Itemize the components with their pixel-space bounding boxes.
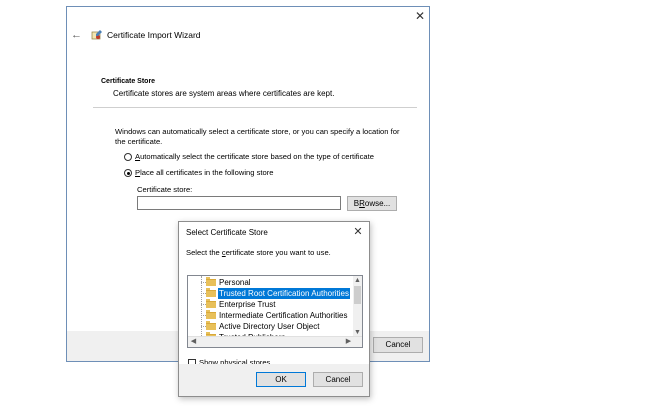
certificate-store-input[interactable]: [137, 196, 341, 210]
intro-text-line1: Windows can automatically select a certi…: [115, 127, 400, 136]
label-rest: utomatically select the certificate stor…: [140, 152, 374, 161]
radio-auto-select-label: Automatically select the certificate sto…: [135, 152, 374, 162]
back-arrow-icon[interactable]: ←: [71, 29, 83, 41]
folder-icon: [206, 310, 216, 319]
vertical-scrollbar[interactable]: ▲ ▼: [353, 276, 362, 338]
section-description: Certificate stores are system areas wher…: [113, 89, 335, 98]
certificate-wizard-icon: [91, 29, 103, 41]
scroll-right-icon[interactable]: ▶: [344, 337, 353, 346]
section-title: Certificate Store: [101, 78, 156, 85]
scroll-left-icon[interactable]: ◀: [189, 337, 198, 346]
tree-item[interactable]: Intermediate Certification Authorities: [188, 310, 354, 321]
ok-button[interactable]: OK: [256, 372, 306, 387]
folder-icon: [206, 321, 216, 330]
section-divider: [93, 107, 417, 108]
tree-item[interactable]: Enterprise Trust: [188, 299, 354, 310]
instruction-prefix: Select the: [186, 248, 222, 257]
radio-place-all-label: Place all certificates in the following …: [135, 168, 273, 178]
browse-rest: owse...: [364, 199, 391, 208]
tree-item-label: Active Directory User Object: [219, 322, 320, 331]
folder-icon: [206, 299, 216, 308]
wizard-title: Certificate Import Wizard: [107, 30, 201, 40]
dialog-close-icon[interactable]: ✕: [351, 225, 365, 239]
instruction-rest: ertificate store you want to use.: [225, 248, 331, 257]
tree-item-label: Trusted Root Certification Authorities: [218, 288, 350, 299]
certificate-store-tree[interactable]: Personal Trusted Root Certification Autho…: [187, 275, 363, 348]
dialog-title: Select Certificate Store: [186, 228, 268, 237]
radio-auto-select-circle[interactable]: [124, 153, 132, 161]
tree-item-label: Enterprise Trust: [219, 300, 276, 309]
folder-icon: [206, 288, 216, 297]
label-rest: lace all certificates in the following s…: [140, 168, 274, 177]
tree-item[interactable]: Personal: [188, 277, 354, 288]
select-certificate-store-dialog: Select Certificate Store ✕ Select the ce…: [178, 221, 370, 397]
dialog-instruction: Select the certificate store you want to…: [186, 248, 331, 258]
tree-item[interactable]: Trusted Root Certification Authorities: [188, 288, 354, 299]
intro-text-line2: the certificate.: [115, 137, 163, 146]
radio-place-all-circle[interactable]: [124, 169, 132, 177]
browse-button[interactable]: BRowse...: [347, 196, 397, 211]
wizard-close-icon[interactable]: ✕: [413, 9, 427, 23]
certificate-store-label: Certificate store:: [137, 185, 193, 194]
dialog-cancel-button[interactable]: Cancel: [313, 372, 363, 387]
tree-item-label: Intermediate Certification Authorities: [219, 311, 348, 320]
horizontal-scrollbar[interactable]: ◀ ▶: [188, 336, 362, 347]
scroll-thumb[interactable]: [354, 286, 361, 304]
dialog-footer: OK Cancel: [179, 364, 369, 396]
wizard-cancel-button[interactable]: Cancel: [373, 337, 423, 353]
folder-icon: [206, 277, 216, 286]
scroll-up-icon[interactable]: ▲: [353, 276, 362, 285]
tree-item-label: Personal: [219, 278, 251, 287]
tree-item[interactable]: Active Directory User Object: [188, 321, 354, 332]
